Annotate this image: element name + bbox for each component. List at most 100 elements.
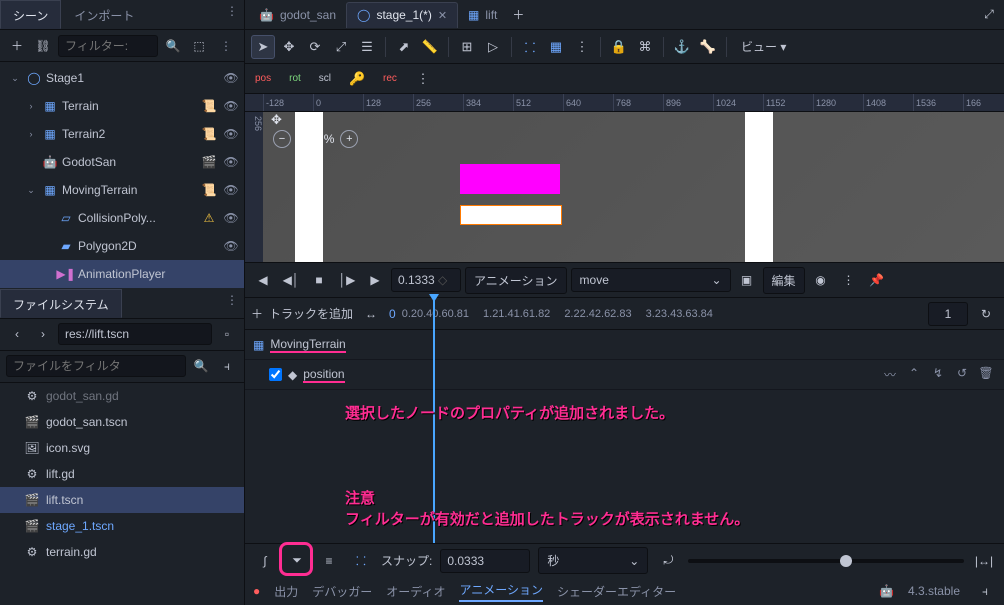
anim-duration-field[interactable]: 1 (928, 302, 968, 326)
fs-search-icon[interactable]: 🔍 (190, 355, 212, 377)
track-stretch-icon[interactable]: ↔ (359, 302, 383, 326)
tool-rotate[interactable]: ⟳ (303, 35, 327, 59)
tool-grid[interactable]: ▦ (544, 35, 568, 59)
add-node-button[interactable]: ＋ (6, 35, 28, 57)
fs-path-input[interactable] (58, 323, 212, 345)
tool-scale[interactable]: ⤢ (329, 35, 353, 59)
tree-expand-icon[interactable]: › (24, 101, 38, 111)
tool-bone[interactable]: 🦴 (696, 35, 720, 59)
tool-group[interactable]: ⊞ (455, 35, 479, 59)
scene-options-icon[interactable]: ⋮ (214, 35, 238, 57)
key-insert-button[interactable]: 🔑 (345, 67, 369, 91)
track-ease-button[interactable]: ⌃ (904, 366, 924, 383)
anim-loop-button[interactable]: ↻ (974, 302, 998, 326)
anim-stop-button[interactable]: ■ (307, 268, 331, 292)
anim-step-fwd-button[interactable]: │▶ (335, 268, 359, 292)
scene-tool-icon[interactable]: ⬚ (188, 35, 210, 57)
tool-snap-menu[interactable]: ⋮ (570, 35, 594, 59)
tree-node[interactable]: › ▦ Terrain 📜 👁 (0, 92, 244, 120)
tree-node[interactable]: › ▦ Terrain2 📜 👁 (0, 120, 244, 148)
anim-onion-button[interactable]: ◉ (809, 268, 833, 292)
fs-menu-icon[interactable]: ⋮ (220, 289, 244, 318)
tool-lock[interactable]: 🔒 (607, 35, 631, 59)
visibility-icon[interactable]: 👁 (222, 127, 240, 141)
document-tab[interactable]: ◯ stage_1(*) ✕ (346, 2, 458, 28)
tab-shader[interactable]: シェーダーエディター (557, 583, 676, 600)
key-pos-button[interactable]: pos (251, 67, 275, 91)
script-icon[interactable]: 📜 (200, 99, 218, 113)
tab-output[interactable]: 出力 (274, 583, 298, 600)
zoom-fit-button[interactable]: |↔| (972, 549, 996, 573)
expand-icon[interactable]: ⤢ (978, 4, 1000, 26)
visibility-icon[interactable]: 👁 (222, 183, 240, 197)
close-icon[interactable]: ✕ (438, 9, 447, 22)
viewport-selected-object[interactable] (460, 205, 562, 225)
document-tab[interactable]: ▦ lift (458, 2, 507, 28)
tree-node[interactable]: ▰ Polygon2D 👁 (0, 232, 244, 260)
script-icon[interactable]: 📜 (200, 183, 218, 197)
file-item[interactable]: ⚙ terrain.gd (0, 539, 244, 565)
warning-icon[interactable]: ⚠ (200, 211, 218, 225)
anim-play-button[interactable]: ▶ (363, 268, 387, 292)
key-menu-icon[interactable]: ⋮ (411, 67, 435, 91)
snap-value-field[interactable]: 0.0333 (440, 549, 530, 573)
visibility-icon[interactable]: 👁 (222, 71, 240, 85)
scene-filter-icon[interactable]: 🔍 (162, 35, 184, 57)
snap-toggle-button[interactable]: ⸬ (349, 549, 373, 573)
zoom-reset-button[interactable]: ⤾ (656, 549, 680, 573)
tool-select[interactable]: ➤ (251, 35, 275, 59)
curve-mode-button[interactable]: ∫ (253, 549, 277, 573)
file-item[interactable]: 🎬 stage_1.tscn (0, 513, 244, 539)
visibility-icon[interactable]: 👁 (222, 239, 240, 253)
tree-node[interactable]: ⌄ ▦ MovingTerrain 📜 👁 (0, 176, 244, 204)
zoom-out-button[interactable]: − (273, 130, 291, 148)
playhead[interactable] (433, 298, 435, 543)
viewport-object[interactable] (295, 112, 323, 262)
tool-snap-pixel[interactable]: ⸬ (518, 35, 542, 59)
snap-unit-dropdown[interactable]: 秒⌄ (538, 547, 648, 574)
file-item[interactable]: ⚙ godot_san.gd (0, 383, 244, 409)
track-rows-icon[interactable]: ≡ (317, 549, 341, 573)
document-tab[interactable]: 🤖 godot_san (249, 2, 346, 28)
file-item[interactable]: 🎬 lift.tscn (0, 487, 244, 513)
visibility-icon[interactable]: 👁 (222, 155, 240, 169)
anim-name-dropdown[interactable]: move⌄ (571, 268, 731, 292)
fs-path-menu-icon[interactable]: ▫ (216, 323, 238, 345)
visibility-icon[interactable]: 👁 (222, 211, 240, 225)
tool-ruler[interactable]: 📏 (418, 35, 442, 59)
tree-node[interactable]: ⌄ ◯ Stage1 👁 (0, 64, 244, 92)
tab-debugger[interactable]: デバッガー (312, 583, 372, 600)
view-menu[interactable]: ビュー ▾ (733, 38, 794, 55)
track-delete-button[interactable]: 🗑 (976, 366, 996, 383)
tab-animation[interactable]: アニメーション (459, 581, 543, 602)
anim-time-field[interactable]: 0.1333 ◇ (391, 268, 461, 292)
scene-menu-icon[interactable]: ⋮ (220, 0, 244, 29)
anim-pin-button[interactable]: 📌 (865, 268, 889, 292)
fs-layout-icon[interactable]: ⫞ (216, 355, 238, 377)
key-rec-button[interactable]: rec (379, 67, 401, 91)
anim-label-dropdown[interactable]: アニメーション (465, 267, 567, 294)
tree-expand-icon[interactable]: ⌄ (8, 73, 22, 84)
scene-filter-input[interactable] (58, 35, 158, 57)
tool-skeleton[interactable]: ▷ (481, 35, 505, 59)
viewport-2d[interactable]: 256 ✥ − 39.7 % + (245, 112, 1004, 262)
fs-fwd-button[interactable]: › (32, 323, 54, 345)
anim-play-back-button[interactable]: ◀ (251, 268, 275, 292)
tree-expand-icon[interactable]: ⌄ (24, 185, 38, 196)
tree-node[interactable]: 🤖 GodotSan 🎬 👁 (0, 148, 244, 176)
add-tab-button[interactable]: ＋ (507, 4, 529, 26)
tool-move[interactable]: ✥ (277, 35, 301, 59)
key-scl-button[interactable]: scl (315, 67, 335, 91)
pin-layout-icon[interactable]: ⫞ (974, 580, 996, 602)
tree-node[interactable]: ▱ CollisionPoly... ⚠ 👁 (0, 204, 244, 232)
viewport-object[interactable] (460, 164, 560, 194)
tool-anchor[interactable]: ⚓ (670, 35, 694, 59)
timeline-ruler[interactable]: 0.20.40.60.811.21.41.61.822.22.42.62.833… (402, 308, 922, 320)
anim-onion-menu-icon[interactable]: ⋮ (837, 268, 861, 292)
track-loop-button[interactable]: ↺ (952, 366, 972, 383)
link-node-button[interactable]: ⛓ (32, 35, 54, 57)
fs-back-button[interactable]: ‹ (6, 323, 28, 345)
file-item[interactable]: 🖼 icon.svg (0, 435, 244, 461)
file-item[interactable]: ⚙ lift.gd (0, 461, 244, 487)
anim-autoplay-button[interactable]: ▣ (735, 268, 759, 292)
